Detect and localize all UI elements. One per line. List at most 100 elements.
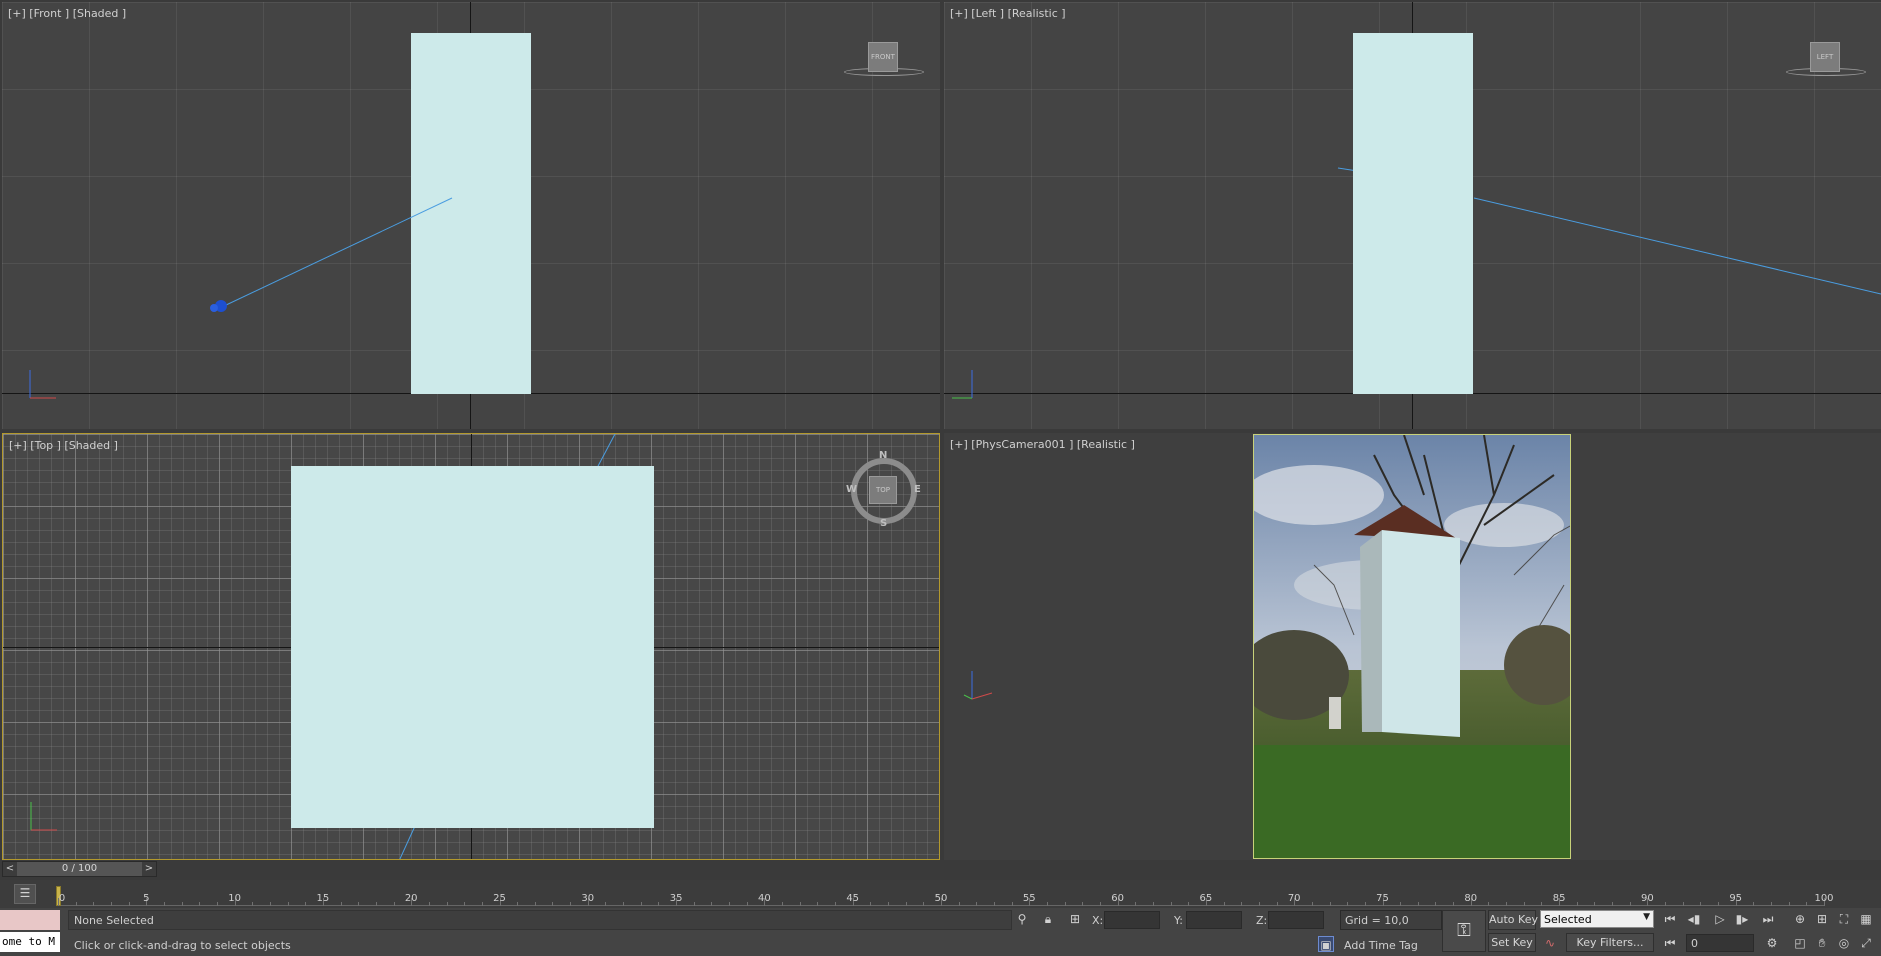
grid-size-text: Grid = 10,0 xyxy=(1345,914,1409,927)
maximize-viewport-icon[interactable]: ⤢ xyxy=(1858,935,1874,951)
viewport-front[interactable]: [+] [Front ] [Shaded ] FRONT xyxy=(2,2,940,429)
viewport-left[interactable]: [+] [Left ] [Realistic ] LEFT xyxy=(944,2,1881,429)
timeline-tick xyxy=(1435,902,1437,906)
absolute-mode-transform-icon[interactable]: ⊞ xyxy=(1067,911,1083,927)
time-tag-toggle-icon[interactable]: ▣ xyxy=(1318,936,1334,952)
mini-curve-editor-icon[interactable]: ☰ xyxy=(14,884,36,904)
viewport-top-label[interactable]: [+] [Top ] [Shaded ] xyxy=(9,439,118,452)
y-coord-field[interactable] xyxy=(1186,911,1242,929)
timeline-tick xyxy=(1771,902,1773,906)
current-frame-value: 0 xyxy=(1691,937,1698,950)
timeline-tick xyxy=(1223,902,1225,906)
timeline-tick xyxy=(711,902,713,906)
timeline-tick xyxy=(216,902,218,906)
go-to-end-icon[interactable]: ⏭ xyxy=(1760,911,1776,927)
timeline-tick xyxy=(1152,902,1154,906)
zoom-extents-all-icon[interactable]: ▦ xyxy=(1858,911,1874,927)
zoom-all-icon[interactable]: ⊞ xyxy=(1814,911,1830,927)
add-time-tag-text[interactable]: Add Time Tag xyxy=(1344,939,1418,952)
timeline-tick xyxy=(340,902,342,906)
field-of-view-icon[interactable]: ◰ xyxy=(1792,935,1808,951)
zoom-extents-icon[interactable]: ⛶ xyxy=(1836,911,1852,927)
timeline-tick xyxy=(1523,902,1525,906)
maxscript-listener-bottom[interactable]: ome to M xyxy=(0,932,60,952)
compass-south[interactable]: S xyxy=(880,518,887,529)
top-viewcube[interactable]: TOP xyxy=(869,476,897,504)
z-coord-field[interactable] xyxy=(1268,911,1324,929)
next-frame-icon[interactable]: ▮▸ xyxy=(1734,911,1750,927)
compass-west[interactable]: W xyxy=(846,484,857,495)
auto-key-button[interactable]: Auto Key xyxy=(1488,910,1538,930)
time-slider-next-button[interactable]: > xyxy=(142,862,156,876)
timeline-tick xyxy=(1311,902,1313,906)
front-viewcube[interactable]: FRONT xyxy=(868,42,898,72)
current-frame-field[interactable]: 0 xyxy=(1686,934,1754,952)
timeline-tick xyxy=(1541,902,1543,906)
viewport-camera[interactable]: [+] [PhysCamera001 ] [Realistic ] xyxy=(944,433,1881,860)
timeline-tick xyxy=(358,902,360,906)
timeline-tick xyxy=(905,902,907,906)
key-filters-button[interactable]: Key Filters... xyxy=(1566,933,1654,952)
timeline-tick-label: 90 xyxy=(1641,893,1654,904)
timeline-tick xyxy=(1347,902,1349,906)
viewport-front-label[interactable]: [+] [Front ] [Shaded ] xyxy=(8,7,126,20)
left-box-object[interactable] xyxy=(1353,33,1473,394)
timeline-tick xyxy=(976,902,978,906)
zoom-icon[interactable]: ⊕ xyxy=(1792,911,1808,927)
timeline-tick xyxy=(163,902,165,906)
camera-render-background[interactable] xyxy=(1253,434,1571,859)
timeline-tick xyxy=(305,902,307,906)
timeline-tick xyxy=(1241,902,1243,906)
timeline-tick xyxy=(729,902,731,906)
timeline-tick-label: 80 xyxy=(1464,893,1478,904)
timeline-tick-label: 25 xyxy=(493,893,506,904)
timeline-tick xyxy=(1682,902,1684,906)
timeline-tick-label: 95 xyxy=(1729,893,1743,904)
x-coord-field[interactable] xyxy=(1104,911,1160,929)
timeline-tick xyxy=(1099,902,1101,906)
selection-info xyxy=(68,910,1012,930)
timeline-tick xyxy=(1135,902,1137,906)
timeline-tick xyxy=(1400,902,1402,906)
key-set-selected-dropdown[interactable]: Selected ▼ xyxy=(1540,910,1654,928)
compass-north[interactable]: N xyxy=(879,450,887,461)
go-to-start-icon[interactable]: ⏮ xyxy=(1662,911,1678,927)
timeline-tick-label: 20 xyxy=(404,893,418,904)
viewport-top[interactable]: [+] [Top ] [Shaded ] TOP N S E W xyxy=(2,433,940,860)
selection-lock-icon[interactable]: 🔒︎ xyxy=(1040,911,1056,927)
compass-east[interactable]: E xyxy=(914,484,921,495)
previous-frame-icon[interactable]: ◂▮ xyxy=(1686,911,1702,927)
pan-icon[interactable]: ✋︎ xyxy=(1814,935,1830,951)
key-mode-toggle-icon[interactable]: ⏮ xyxy=(1662,935,1678,951)
left-viewcube[interactable]: LEFT xyxy=(1810,42,1840,72)
timeline-tick xyxy=(1488,902,1490,906)
timeline-tick xyxy=(1753,902,1755,906)
timeline-track[interactable]: 0 5 10 15 20 25 30 35 40 45 50 55 60 65 70 75 80 85 90 95 10… xyxy=(56,881,1834,906)
front-link-line xyxy=(210,197,453,312)
time-configuration-icon[interactable]: ⚙ xyxy=(1764,935,1780,951)
timeline-tick xyxy=(75,902,77,906)
time-slider-value[interactable]: 0 / 100 xyxy=(17,862,142,876)
selection-status-text: None Selected xyxy=(74,914,154,927)
time-slider-prev-button[interactable]: < xyxy=(3,862,17,876)
timeline-tick-label: 30 xyxy=(581,893,595,904)
timeline-tick xyxy=(605,902,607,906)
isolate-selection-icon[interactable]: ⚲ xyxy=(1014,911,1030,927)
viewport-camera-label[interactable]: [+] [PhysCamera001 ] [Realistic ] xyxy=(950,438,1135,451)
timeline-tick-label: 60 xyxy=(1111,893,1124,904)
top-box-object[interactable] xyxy=(291,466,654,828)
chevron-down-icon: ▼ xyxy=(1643,912,1650,922)
set-key-mode-icon[interactable]: ⚿ xyxy=(1442,910,1486,952)
timeline-tick xyxy=(1188,902,1190,906)
play-icon[interactable]: ▷ xyxy=(1712,911,1728,927)
timeline-tick-label: 75 xyxy=(1376,893,1389,904)
viewport-left-label[interactable]: [+] [Left ] [Realistic ] xyxy=(950,7,1066,20)
set-key-button[interactable]: Set Key xyxy=(1488,933,1536,952)
time-slider-bar xyxy=(0,860,1881,880)
key-tangent-icon[interactable]: ∿ xyxy=(1542,935,1558,951)
orbit-icon[interactable]: ◎ xyxy=(1836,935,1852,951)
timeline-tick xyxy=(464,902,466,906)
x-coord-label: X: xyxy=(1092,914,1104,927)
time-slider[interactable]: < 0 / 100 > xyxy=(2,861,157,877)
maxscript-listener-top[interactable] xyxy=(0,910,60,930)
